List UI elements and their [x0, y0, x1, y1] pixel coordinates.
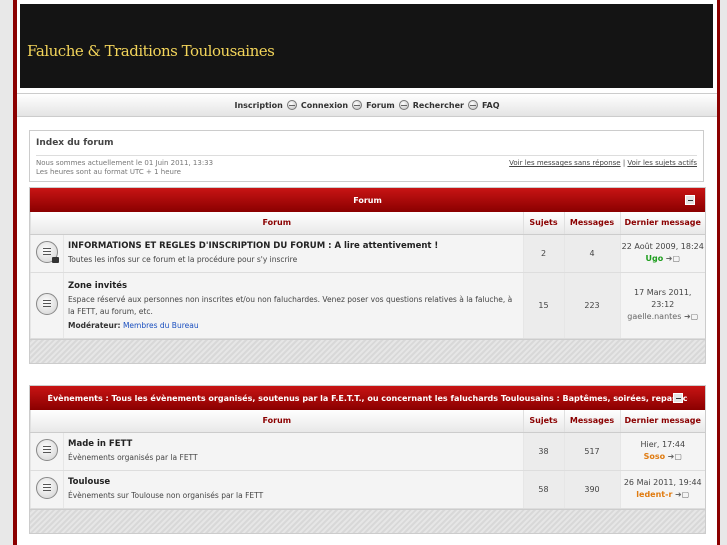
moderator-group-link[interactable]: Membres du Bureau: [123, 321, 199, 330]
last-post-user-link[interactable]: gaelle.nantes: [627, 312, 681, 321]
timezone-text: Les heures sont au format UTC + 1 heure: [36, 168, 181, 176]
forum-row: Toulouse Évènements sur Toulouse non org…: [30, 470, 705, 509]
forum-table: Forum Sujets Messages Dernier message Ma…: [30, 410, 705, 509]
divider: [36, 155, 697, 156]
nav-separator-icon: [398, 100, 409, 110]
category-header: Forum: [30, 188, 705, 212]
last-post-user-link[interactable]: Ugo: [645, 254, 663, 263]
left-border: [0, 0, 17, 545]
forum-main-cell: Made in FETT Évènements organisés par la…: [63, 432, 523, 471]
forum-description: Espace réservé aux personnes non inscrit…: [68, 294, 513, 316]
category-footer: [30, 508, 705, 533]
column-header-forum: Forum: [30, 212, 523, 235]
last-post-date: 17 Mars 2011, 23:12: [634, 288, 692, 309]
forum-main-cell: INFORMATIONS ET REGLES D'INSCRIPTION DU …: [63, 234, 523, 273]
forum-description: Évènements sur Toulouse non organisés pa…: [68, 490, 264, 500]
nav-rechercher[interactable]: Rechercher: [409, 101, 468, 110]
posts-count: 223: [563, 272, 620, 339]
column-header-forum: Forum: [30, 410, 523, 433]
forum-description: Évènements organisés par la FETT: [68, 452, 198, 462]
last-post-date: Hier, 17:44: [640, 440, 686, 449]
forum-table: Forum Sujets Messages Dernier message IN…: [30, 212, 705, 339]
forum-read-icon: [36, 293, 58, 315]
category-title[interactable]: Évènements : Tous les évènements organis…: [48, 394, 688, 403]
column-header-topics: Sujets: [522, 410, 564, 433]
table-header-row: Forum Sujets Messages Dernier message: [30, 410, 705, 433]
last-post-cell: 26 Mai 2011, 19:44 ledent-r ➜▢: [619, 470, 705, 509]
category-title[interactable]: Forum: [353, 196, 382, 205]
category-block-evenements: Évènements : Tous les évènements organis…: [29, 385, 706, 534]
last-post-user-link[interactable]: Soso: [644, 452, 666, 461]
breadcrumb[interactable]: Index du forum: [36, 138, 114, 148]
category-header: Évènements : Tous les évènements organis…: [30, 386, 705, 410]
last-post-date: 22 Août 2009, 18:24: [621, 242, 704, 251]
goto-last-post-icon[interactable]: ➜▢: [666, 254, 680, 263]
forum-title-link[interactable]: Made in FETT: [68, 439, 519, 449]
topics-count: 2: [522, 234, 564, 273]
forum-main-cell: Zone invités Espace réservé aux personne…: [63, 272, 523, 339]
column-header-last-post: Dernier message: [619, 212, 705, 235]
last-post-date: 26 Mai 2011, 19:44: [623, 478, 702, 487]
right-border: [717, 0, 727, 545]
forum-main-cell: Toulouse Évènements sur Toulouse non org…: [63, 470, 523, 509]
active-topics-link[interactable]: Voir les sujets actifs: [627, 159, 697, 167]
topics-count: 15: [522, 272, 564, 339]
category-block-forum: Forum Forum Sujets Messages Dernier mess…: [29, 187, 706, 364]
posts-count: 517: [563, 432, 620, 471]
table-header-row: Forum Sujets Messages Dernier message: [30, 212, 705, 235]
info-links: Voir les messages sans réponse | Voir le…: [509, 159, 697, 167]
forum-row: Made in FETT Évènements organisés par la…: [30, 432, 705, 471]
category-footer: [30, 338, 705, 363]
page-wrapper: Faluche & Traditions Toulousaines Inscri…: [17, 0, 717, 545]
site-logo-title: Faluche & Traditions Toulousaines: [27, 42, 275, 60]
forum-read-icon: [36, 439, 58, 461]
column-header-topics: Sujets: [522, 212, 564, 235]
goto-last-post-icon[interactable]: ➜▢: [684, 312, 698, 321]
current-time-text: Nous sommes actuellement le 01 Juin 2011…: [36, 159, 214, 167]
topics-count: 58: [522, 470, 564, 509]
forum-row: INFORMATIONS ET REGLES D'INSCRIPTION DU …: [30, 234, 705, 273]
posts-count: 390: [563, 470, 620, 509]
forum-status-cell: [30, 272, 64, 339]
column-header-last-post: Dernier message: [619, 410, 705, 433]
goto-last-post-icon[interactable]: ➜▢: [675, 490, 689, 499]
forum-locked-icon: [36, 241, 59, 263]
nav-inscription[interactable]: Inscription: [230, 101, 286, 110]
last-post-cell: 17 Mars 2011, 23:12 gaelle.nantes ➜▢: [619, 272, 705, 339]
last-post-user-link[interactable]: ledent-r: [636, 490, 672, 499]
nav-faq[interactable]: FAQ: [478, 101, 504, 110]
column-header-posts: Messages: [563, 410, 620, 433]
forum-description: Toutes les infos sur ce forum et la proc…: [68, 254, 298, 264]
column-header-posts: Messages: [563, 212, 620, 235]
last-post-cell: Hier, 17:44 Soso ➜▢: [619, 432, 705, 471]
collapse-icon[interactable]: [673, 393, 683, 403]
last-post-cell: 22 Août 2009, 18:24 Ugo ➜▢: [619, 234, 705, 273]
forum-row: Zone invités Espace réservé aux personne…: [30, 272, 705, 339]
collapse-icon[interactable]: [685, 195, 695, 205]
nav-connexion[interactable]: Connexion: [297, 101, 352, 110]
forum-status-cell: [30, 234, 64, 273]
moderator-label: Modérateur:: [68, 320, 121, 330]
forum-status-cell: [30, 470, 64, 509]
forum-title-link[interactable]: INFORMATIONS ET REGLES D'INSCRIPTION DU …: [68, 241, 519, 251]
unanswered-posts-link[interactable]: Voir les messages sans réponse: [509, 159, 620, 167]
nav-separator-icon: [352, 100, 363, 110]
nav-separator-icon: [286, 100, 297, 110]
nav-separator-icon: [467, 100, 478, 110]
topics-count: 38: [522, 432, 564, 471]
posts-count: 4: [563, 234, 620, 273]
forum-title-link[interactable]: Toulouse: [68, 477, 519, 487]
site-banner[interactable]: Faluche & Traditions Toulousaines: [20, 4, 713, 88]
nav-forum[interactable]: Forum: [362, 101, 399, 110]
forum-read-icon: [36, 477, 58, 499]
forum-status-cell: [30, 432, 64, 471]
forum-moderators: Modérateur: Membres du Bureau: [68, 321, 519, 330]
forum-info-box: Index du forum Nous sommes actuellement …: [29, 130, 704, 182]
forum-title-link[interactable]: Zone invités: [68, 281, 519, 291]
goto-last-post-icon[interactable]: ➜▢: [668, 452, 682, 461]
main-navbar: Inscription Connexion Forum Rechercher F…: [17, 93, 717, 117]
